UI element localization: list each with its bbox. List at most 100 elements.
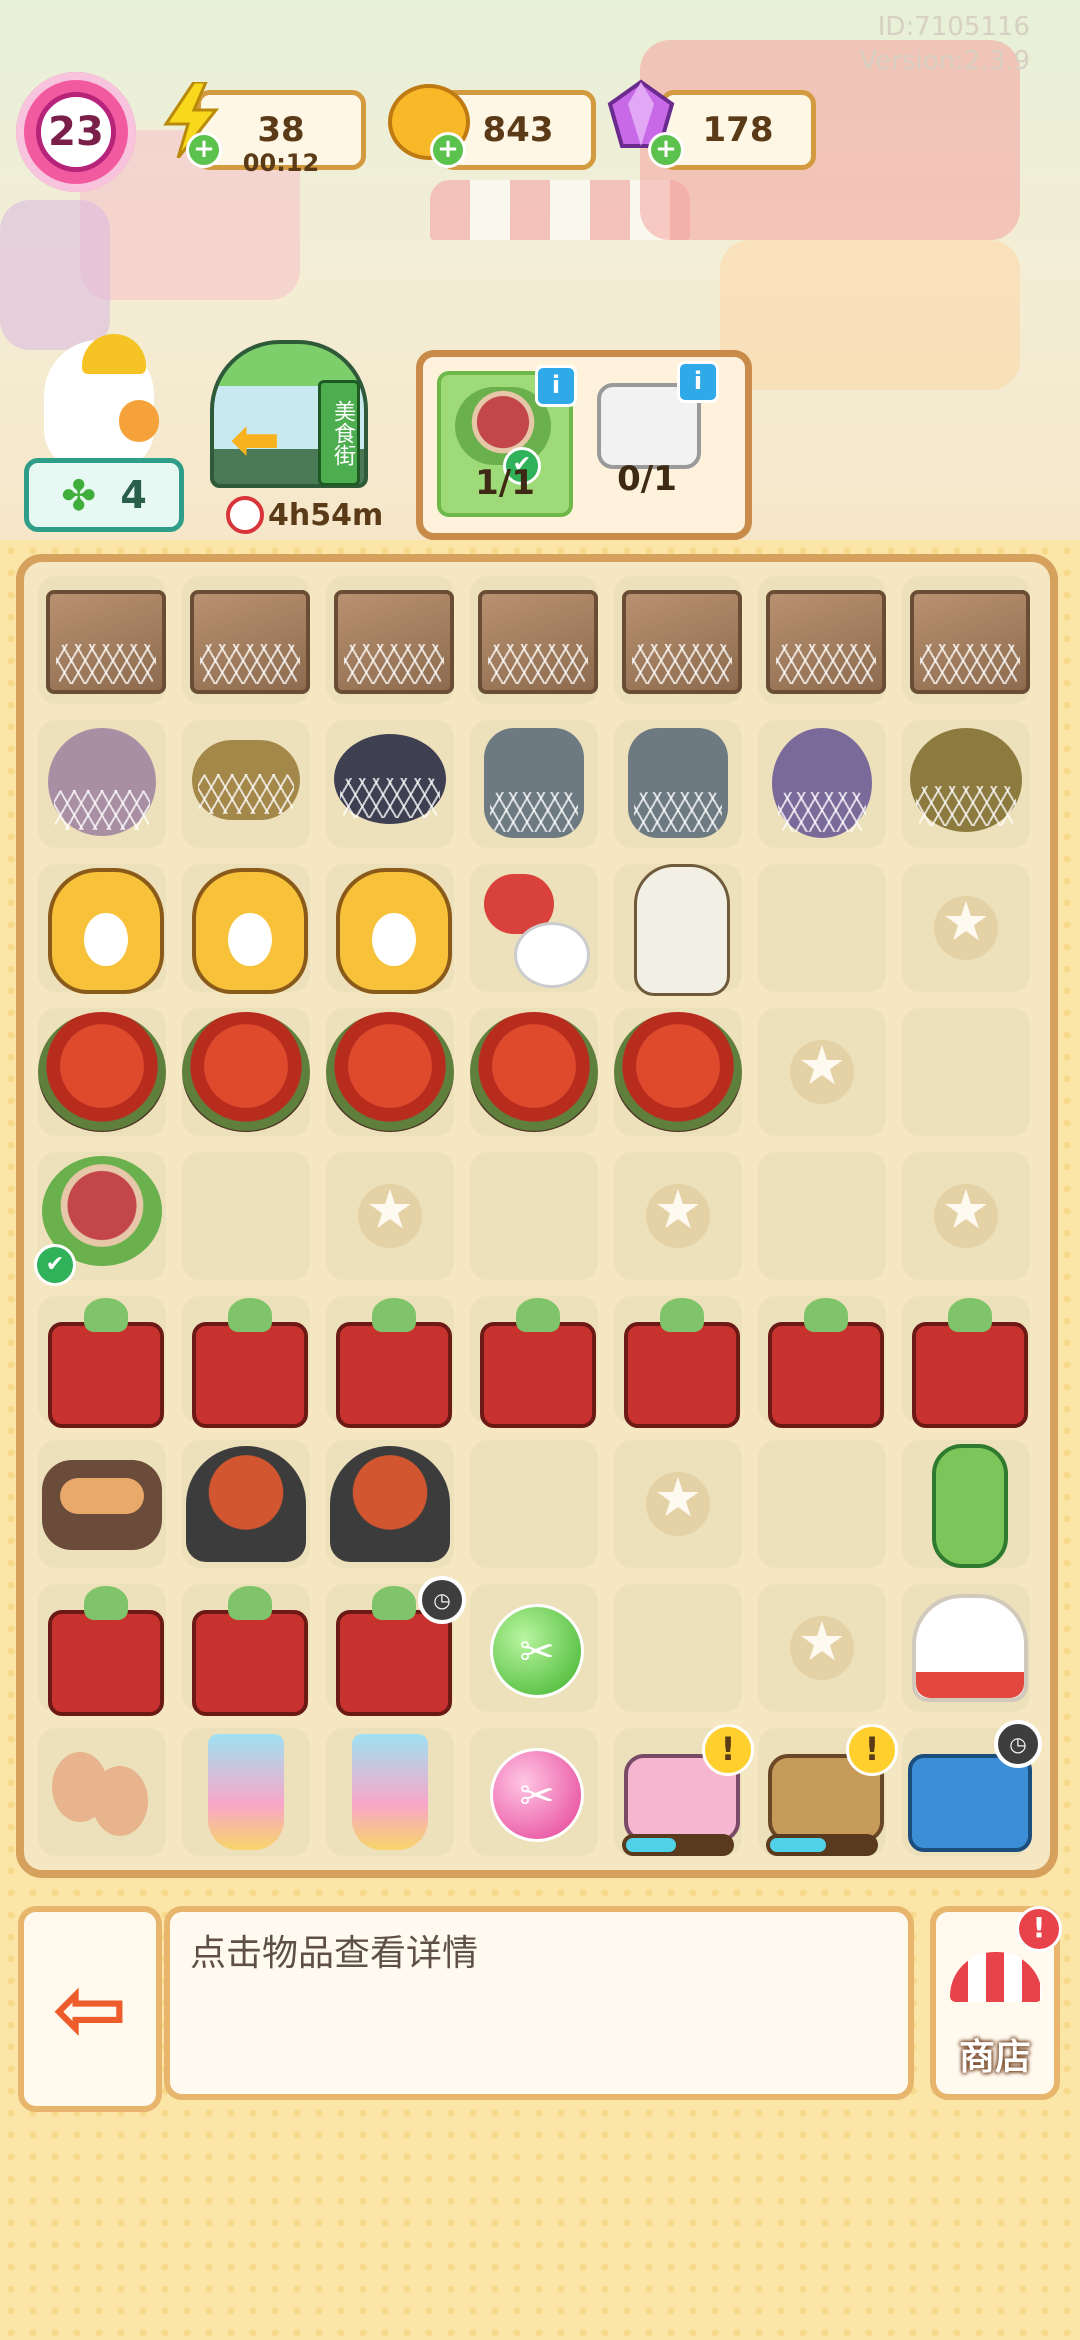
board-cell-empty[interactable]: [758, 1152, 886, 1280]
board-cell-empty[interactable]: [902, 864, 1030, 992]
board-cell-empty[interactable]: [902, 1008, 1030, 1136]
board-cell[interactable]: [470, 720, 598, 848]
board-cell-empty[interactable]: [758, 1008, 886, 1136]
board-cell[interactable]: [182, 1008, 310, 1136]
cardboard-box-icon: [190, 590, 310, 694]
board-cell-empty[interactable]: [470, 1440, 598, 1568]
shop-button[interactable]: 商店 !: [930, 1906, 1062, 2100]
board-cell[interactable]: [902, 1584, 1030, 1712]
cardboard-box-icon: [910, 590, 1030, 694]
shop-awning-icon: [950, 1952, 1042, 2002]
event-timer: 4h54m: [226, 496, 383, 534]
board-cell[interactable]: [326, 720, 454, 848]
board-cell[interactable]: [38, 1008, 166, 1136]
board-cell[interactable]: [326, 1440, 454, 1568]
board-cell[interactable]: [38, 576, 166, 704]
order-card-steak[interactable]: ✔ 1/1 i: [437, 365, 577, 517]
board-cell[interactable]: [614, 576, 742, 704]
board-cell[interactable]: [38, 1584, 166, 1716]
order-card-takeout[interactable]: 0/1 i: [583, 361, 719, 509]
exit-button[interactable]: ⇦: [18, 1906, 162, 2112]
back-arrow-icon: ⬅: [230, 405, 281, 475]
rice-cooker-generator-icon: [480, 1298, 596, 1428]
board-cell[interactable]: ✂: [470, 1728, 598, 1856]
board-cell[interactable]: [470, 864, 598, 992]
add-energy-button[interactable]: +: [186, 132, 222, 168]
clover-counter[interactable]: ✤ 4: [24, 458, 184, 532]
board-cell-empty[interactable]: [614, 1584, 742, 1712]
gem-counter[interactable]: 178: [660, 90, 816, 170]
board-cell-empty[interactable]: [326, 1152, 454, 1280]
board-cell[interactable]: [470, 576, 598, 704]
food-street-event-button[interactable]: ⬅ 美食街: [200, 330, 370, 490]
board-cell-empty[interactable]: [182, 1152, 310, 1280]
board-cell[interactable]: [758, 1296, 886, 1428]
order-progress: 1/1: [475, 463, 535, 503]
add-coins-button[interactable]: +: [430, 132, 466, 168]
board-cell[interactable]: [182, 720, 310, 848]
board-cell-empty[interactable]: [758, 864, 886, 992]
board-cell[interactable]: [182, 864, 310, 994]
board-cell[interactable]: [470, 1296, 598, 1428]
version-info: ID:7105116 Version:2.3.9: [859, 10, 1030, 78]
bbq-grill-icon: [330, 1446, 450, 1562]
board-cell-empty[interactable]: [902, 1152, 1030, 1280]
cardboard-box-icon: [766, 590, 886, 694]
board-cell[interactable]: ✂: [470, 1584, 598, 1712]
board-cell[interactable]: [38, 1296, 166, 1428]
board-cell-empty[interactable]: [758, 1440, 886, 1568]
board-cell-empty[interactable]: [614, 1440, 742, 1568]
board-cell[interactable]: [326, 1728, 454, 1856]
board-cell[interactable]: ✔: [34, 1152, 166, 1286]
board-cell[interactable]: [182, 1440, 310, 1568]
board-cell[interactable]: [614, 1296, 742, 1428]
board-cell[interactable]: [902, 720, 1030, 848]
webbed-drink-icon: [48, 728, 156, 836]
board-cell[interactable]: [326, 864, 454, 994]
webbed-pot-icon: [628, 728, 728, 838]
board-cell[interactable]: [182, 576, 310, 704]
board-cell[interactable]: ◷: [902, 1720, 1042, 1856]
board-cell[interactable]: [182, 1728, 310, 1856]
board-cell[interactable]: [614, 720, 742, 848]
board-cell[interactable]: [38, 864, 166, 994]
chef-duck-icon: [634, 864, 730, 996]
board-cell[interactable]: [326, 576, 454, 704]
info-icon[interactable]: i: [535, 365, 577, 407]
order-progress: 0/1: [617, 459, 677, 499]
board-cell[interactable]: ◷: [326, 1576, 466, 1716]
tiger-toy-icon: [336, 868, 452, 994]
board-cell[interactable]: [38, 720, 166, 848]
board-cell[interactable]: [902, 576, 1030, 704]
board-cell-empty[interactable]: [470, 1152, 598, 1280]
check-icon: ✔: [34, 1244, 76, 1286]
info-icon[interactable]: i: [677, 361, 719, 403]
board-cell[interactable]: [470, 1008, 598, 1136]
board-cell[interactable]: [182, 1296, 310, 1428]
board-cell[interactable]: [614, 864, 742, 996]
board-cell[interactable]: [902, 1296, 1030, 1428]
board-cell[interactable]: [758, 720, 886, 848]
board-cell[interactable]: [182, 1584, 310, 1716]
tiger-toy-icon: [48, 868, 164, 994]
rice-cooker-generator-icon: [912, 1298, 1028, 1428]
board-cell[interactable]: !: [614, 1724, 754, 1856]
board-cell[interactable]: [758, 576, 886, 704]
scissors-bubble-green-icon: ✂: [490, 1604, 584, 1698]
board-cell[interactable]: [38, 1728, 166, 1856]
board-cell[interactable]: [326, 1296, 454, 1428]
add-gems-button[interactable]: +: [648, 132, 684, 168]
board-cell[interactable]: [38, 1440, 166, 1568]
item-info-panel: 点击物品查看详情: [164, 1906, 914, 2100]
board-cell[interactable]: [902, 1440, 1030, 1568]
player-level-badge[interactable]: 23: [16, 72, 136, 192]
rice-cooker-generator-icon: [336, 1586, 452, 1716]
version-label: Version:2.3.9: [859, 46, 1030, 76]
board-cell-empty[interactable]: [614, 1152, 742, 1280]
board-cell[interactable]: [326, 1008, 454, 1136]
board-cell-empty[interactable]: [758, 1584, 886, 1712]
rice-cooker-generator-icon: [624, 1298, 740, 1428]
board-cell[interactable]: !: [758, 1724, 898, 1856]
gem-value: 178: [702, 110, 774, 150]
board-cell[interactable]: [614, 1008, 742, 1136]
